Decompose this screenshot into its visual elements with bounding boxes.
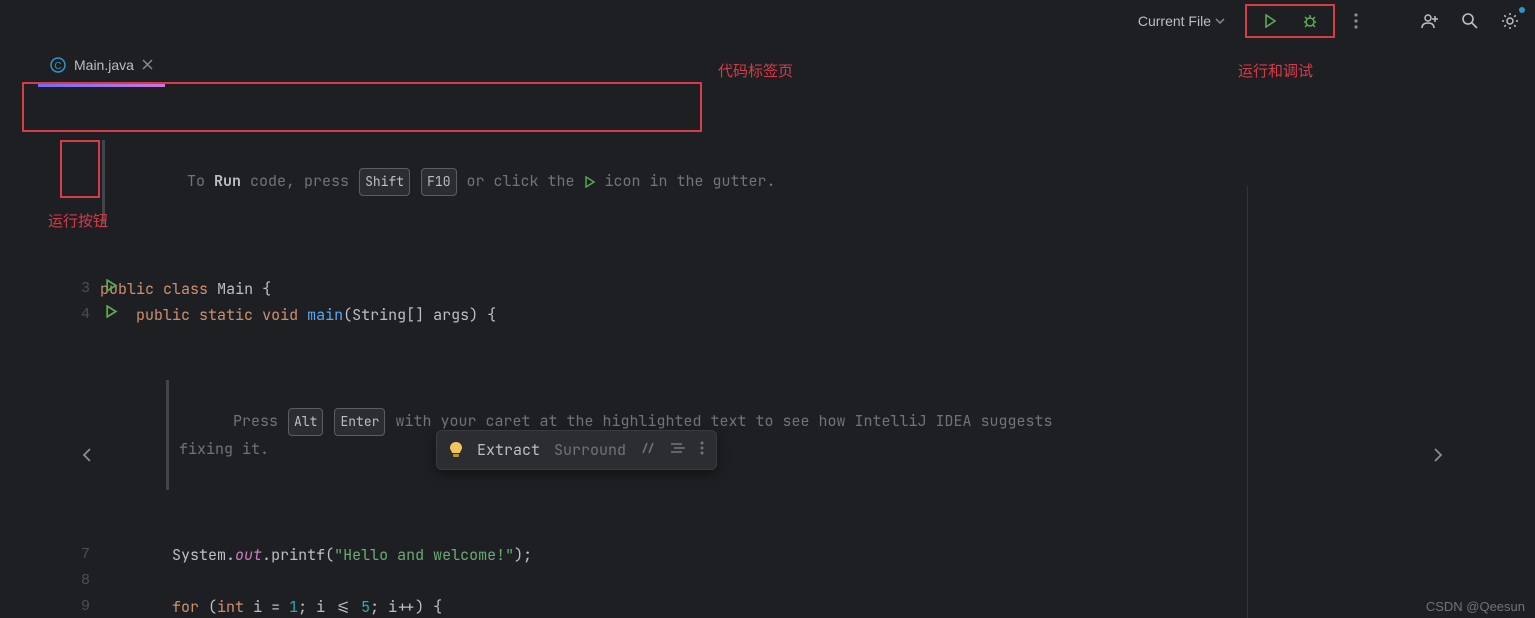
code-with-me-button[interactable] [1417,8,1443,34]
popup-extract[interactable]: Extract [477,437,540,463]
line-number: 3 [81,276,90,302]
intention-popup[interactable]: Extract Surround [436,430,717,470]
run-button[interactable] [1257,8,1283,34]
line-number: 9 [81,594,90,618]
key-enter: Enter [334,408,385,436]
popup-reformat-button[interactable] [670,437,686,463]
run-config-label: Current File [1138,13,1211,29]
nav-prev-button[interactable] [72,440,102,470]
gutter-run-button[interactable] [105,276,118,302]
reformat-icon [670,441,686,455]
gutter-run-annotation-box [60,140,100,198]
nav-next-button[interactable] [1423,440,1453,470]
bug-icon [1302,13,1318,29]
hint-run: To Run code, press Shift F10 or click th… [102,140,1535,224]
settings-button[interactable] [1497,8,1523,34]
key-shift: Shift [359,168,410,196]
tab-label: Main.java [74,57,134,73]
run-debug-annotation-box [1245,4,1335,38]
play-icon [105,305,118,318]
lightbulb-icon [449,441,463,459]
search-icon [1461,12,1479,30]
watermark-text: CSDN @Qeesun [1426,599,1525,614]
top-toolbar: Current File [0,0,1535,42]
gear-icon [1501,12,1519,30]
line-number: 4 [81,302,90,328]
chevron-right-icon [1432,447,1444,463]
kebab-icon [700,441,704,455]
key-alt: Alt [288,408,323,436]
chevron-down-icon [1215,16,1225,26]
search-everywhere-button[interactable] [1457,8,1483,34]
annotation-run-debug-label: 运行和调试 [1238,60,1313,81]
toolbar-right-group [1417,8,1523,34]
more-actions-button[interactable] [1343,8,1369,34]
hint-alt-enter: Press Alt Enter with your caret at the h… [166,380,1535,490]
line-number: 8 [81,568,90,594]
annotation-run-btn-label: 运行按钮 [48,210,108,231]
right-margin-guide [1247,186,1248,618]
play-icon [1263,14,1277,28]
person-add-icon [1421,12,1439,30]
popup-surround[interactable]: Surround [554,437,626,463]
tab-main-java[interactable]: C Main.java [38,44,165,86]
debug-button[interactable] [1297,8,1323,34]
popup-more-button[interactable] [700,437,704,463]
popup-comment-button[interactable] [640,437,656,463]
code-editor[interactable]: To Run code, press Shift F10 or click th… [0,86,1535,618]
comment-slash-icon [640,441,656,455]
key-f10: F10 [421,168,456,196]
line-number: 7 [81,542,90,568]
class-file-icon: C [50,57,66,73]
kebab-icon [1354,13,1358,29]
close-tab-button[interactable] [142,57,153,73]
annotation-tab-label: 代码标签页 [718,60,793,81]
gutter-run-button[interactable] [105,302,118,328]
svg-text:C: C [54,61,61,72]
chevron-left-icon [81,447,93,463]
close-icon [142,59,153,70]
play-icon [584,176,596,188]
run-config-selector[interactable]: Current File [1130,9,1233,33]
play-icon [105,279,118,292]
